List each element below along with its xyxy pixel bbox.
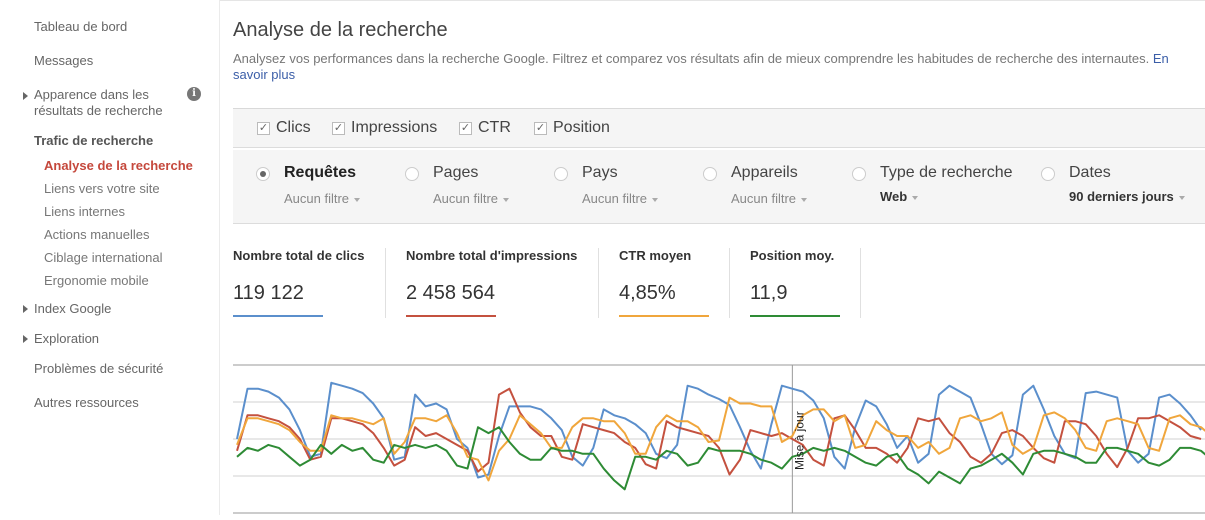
sidebar-item-messages[interactable]: Messages [34, 53, 93, 69]
series-line-clics[interactable] [236, 381, 1202, 479]
filter-dropdown[interactable]: Aucun filtre [284, 191, 361, 206]
total-value: 4,85% [619, 282, 676, 304]
total-value: 11,9 [750, 282, 788, 304]
total-label: Nombre total d'impressions [406, 248, 578, 263]
radio-icon[interactable] [1041, 167, 1055, 181]
series-color-bar [750, 315, 840, 317]
info-icon[interactable]: i [187, 87, 201, 101]
sidebar-item-search-appearance[interactable]: Apparence dans les résultats de recherch… [34, 87, 163, 119]
radio-icon[interactable] [405, 167, 419, 181]
sidebar-item-search-traffic[interactable]: Trafic de recherche [34, 133, 153, 149]
expand-arrow-icon[interactable] [23, 305, 28, 313]
metric-checkbox-impressions[interactable]: ✓ Impressions [332, 119, 437, 137]
metrics-toolbar: ✓ Clics ✓ Impressions ✓ CTR ✓ Position [233, 108, 1205, 148]
annotation-label: Mise à jour [792, 411, 806, 470]
sidebar-item-security-issues[interactable]: Problèmes de sécurité [34, 361, 163, 377]
caret-down-icon [1178, 195, 1185, 200]
total-label: CTR moyen [619, 248, 692, 263]
divider [385, 248, 386, 318]
sidebar-subitem-links-to-site[interactable]: Liens vers votre site [44, 181, 160, 197]
caret-down-icon [912, 195, 919, 200]
divider [860, 248, 861, 318]
filter-dropdown[interactable]: 90 derniers jours [1069, 189, 1185, 204]
metric-label: CTR [478, 119, 511, 136]
radio-icon[interactable] [703, 167, 717, 181]
sidebar-item-other-resources[interactable]: Autres ressources [34, 395, 139, 411]
expand-arrow-icon[interactable] [23, 92, 28, 100]
dimension-label: Pays [582, 164, 618, 181]
dimension-label: Pages [433, 164, 479, 181]
filter-value: Aucun filtre [433, 191, 499, 206]
filter-value: Aucun filtre [582, 191, 648, 206]
checkbox-checked-icon: ✓ [257, 121, 270, 135]
sidebar-subitem-international-targeting[interactable]: Ciblage international [44, 250, 163, 266]
dimensions-toolbar: Requêtes Aucun filtre Pages Aucun filtre… [233, 150, 1205, 224]
checkbox-checked-icon: ✓ [332, 121, 345, 135]
sidebar-item-google-index[interactable]: Index Google [34, 301, 111, 317]
series-color-bar [233, 315, 323, 317]
filter-dropdown[interactable]: Aucun filtre [731, 191, 808, 206]
sidebar-item-dashboard[interactable]: Tableau de bord [34, 19, 127, 35]
checkbox-checked-icon: ✓ [534, 121, 547, 135]
metric-label: Position [553, 119, 610, 136]
filter-value: 90 derniers jours [1069, 189, 1174, 204]
total-value: 119 122 [233, 282, 304, 304]
filter-value: Web [880, 189, 908, 204]
sidebar-subitem-search-analytics[interactable]: Analyse de la recherche [44, 158, 193, 174]
metric-checkbox-position[interactable]: ✓ Position [534, 119, 610, 137]
caret-down-icon [801, 197, 808, 202]
metric-label: Impressions [351, 119, 438, 136]
sidebar-item-label: Apparence dans les [34, 87, 149, 102]
filter-dropdown[interactable]: Web [880, 189, 919, 204]
description-text: Analysez vos performances dans la recher… [233, 51, 1150, 66]
page-description: Analysez vos performances dans la recher… [233, 51, 1193, 83]
sidebar-subitem-mobile-usability[interactable]: Ergonomie mobile [44, 273, 149, 289]
filter-value: Aucun filtre [284, 191, 350, 206]
caret-down-icon [503, 197, 510, 202]
page-title: Analyse de la recherche [233, 19, 448, 41]
dimension-label: Requêtes [284, 164, 357, 181]
radio-icon[interactable] [554, 167, 568, 181]
sidebar: Tableau de bord Messages Apparence dans … [0, 0, 220, 515]
dimension-label: Type de recherche [880, 164, 1013, 181]
metric-checkbox-clicks[interactable]: ✓ Clics [257, 119, 311, 137]
divider [598, 248, 599, 318]
caret-down-icon [354, 197, 361, 202]
sidebar-item-crawl[interactable]: Exploration [34, 331, 99, 347]
total-label: Position moy. [750, 248, 835, 263]
expand-arrow-icon[interactable] [23, 335, 28, 343]
caret-down-icon [652, 197, 659, 202]
metric-label: Clics [276, 119, 311, 136]
dimension-label: Dates [1069, 164, 1111, 181]
dimension-label: Appareils [731, 164, 798, 181]
filter-dropdown[interactable]: Aucun filtre [582, 191, 659, 206]
radio-selected-icon[interactable] [256, 167, 270, 181]
performance-chart[interactable]: Mise à jour [233, 360, 1205, 515]
total-label: Nombre total de clics [233, 248, 365, 263]
series-color-bar [619, 315, 709, 317]
filter-value: Aucun filtre [731, 191, 797, 206]
total-value: 2 458 564 [406, 282, 495, 304]
checkbox-checked-icon: ✓ [459, 121, 472, 135]
sidebar-subitem-internal-links[interactable]: Liens internes [44, 204, 125, 220]
divider [729, 248, 730, 318]
radio-icon[interactable] [852, 167, 866, 181]
filter-dropdown[interactable]: Aucun filtre [433, 191, 510, 206]
sidebar-item-label: résultats de recherche [34, 103, 163, 118]
line-chart-svg: Mise à jour [233, 364, 1205, 514]
sidebar-subitem-manual-actions[interactable]: Actions manuelles [44, 227, 150, 243]
series-color-bar [406, 315, 496, 317]
metric-checkbox-ctr[interactable]: ✓ CTR [459, 119, 511, 137]
